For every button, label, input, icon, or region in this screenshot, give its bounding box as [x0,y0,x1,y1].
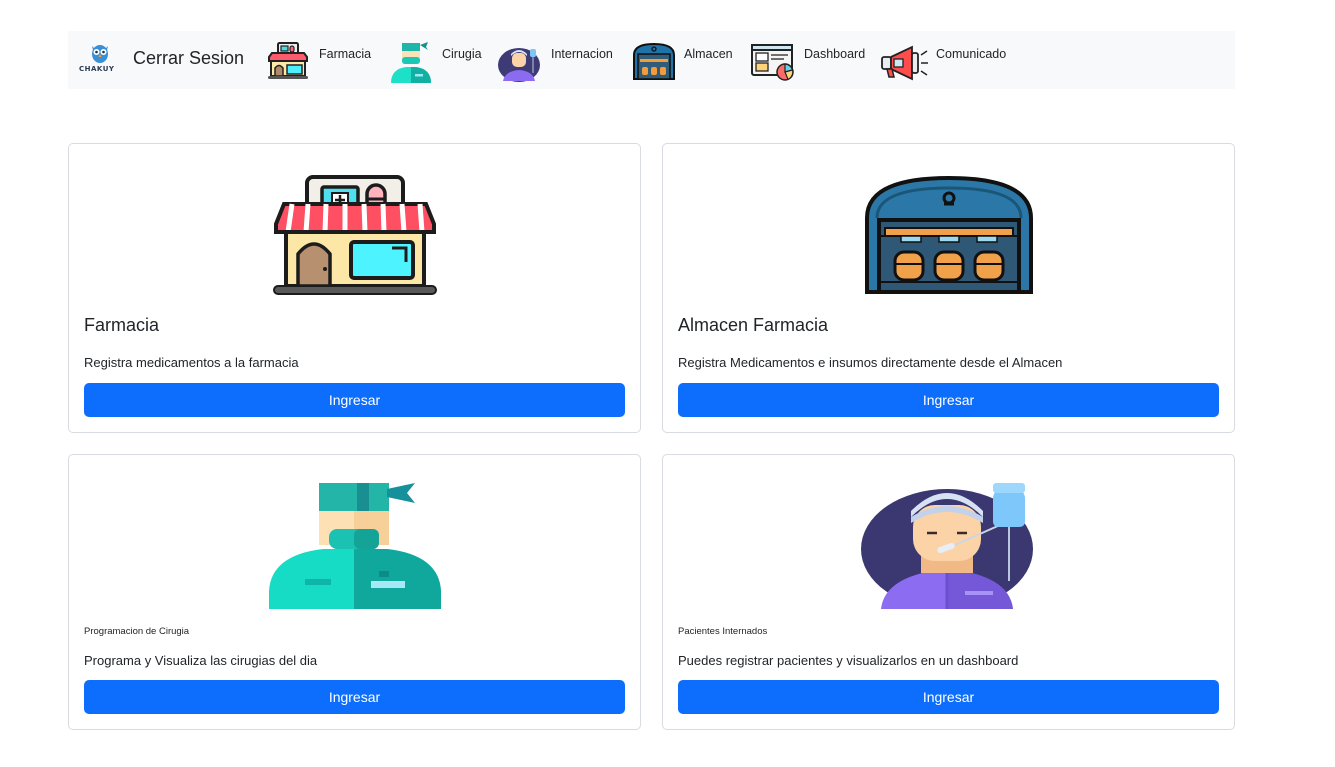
card-image [663,481,1234,609]
card-image [69,174,640,296]
card-image [663,174,1234,296]
card-text: Registra Medicamentos e insumos directam… [678,355,1063,370]
nav-item-internacion[interactable]: Internacion [497,41,627,83]
card-text: Registra medicamentos a la farmacia [84,355,299,370]
nav-item-dashboard[interactable]: Dashboard [750,41,880,83]
card-farmacia: Farmacia Registra medicamentos a la farm… [68,143,641,433]
nav-item-label: Cirugia [442,47,482,61]
card-text: Puedes registrar pacientes y visualizarl… [678,653,1019,668]
card-almacen-farmacia: Almacen Farmacia Registra Medicamentos e… [662,143,1235,433]
warehouse-icon [633,42,675,80]
owl-logo-icon [92,45,108,63]
surgeon-icon [391,42,431,83]
card-programacion-cirugia: Programacion de Cirugia Programa y Visua… [68,454,641,730]
brand-logo[interactable]: CHAKUY [78,43,124,77]
hospital-patient-icon [860,483,1033,609]
card-image [69,481,640,609]
ingresar-button[interactable]: Ingresar [84,383,625,417]
card-text: Programa y Visualiza las cirugias del di… [84,653,318,668]
brand-name: CHAKUY [79,65,115,73]
logout-link[interactable]: Cerrar Sesion [133,48,244,69]
nav-item-label: Almacen [684,47,733,61]
card-title: Pacientes Internados [678,626,768,637]
card-title: Almacen Farmacia [678,315,829,335]
nav-item-label: Comunicado [936,47,1007,61]
navbar: CHAKUY Cerrar Sesion Farmacia Cirugia In… [68,31,1235,89]
nav-item-label: Dashboard [804,47,866,61]
dashboard-icon [751,44,794,81]
nav-item-almacen[interactable]: Almacen [631,41,746,83]
nav-item-comunicado[interactable]: Comunicado [880,41,1020,83]
nav-item-farmacia[interactable]: Farmacia [266,41,376,83]
surgeon-icon [268,483,441,609]
warehouse-icon [864,175,1033,294]
ingresar-button[interactable]: Ingresar [84,680,625,714]
megaphone-icon [881,45,928,81]
ingresar-button[interactable]: Ingresar [678,383,1219,417]
ingresar-button[interactable]: Ingresar [678,680,1219,714]
nav-item-cirugia[interactable]: Cirugia [388,41,488,83]
hospital-patient-icon [498,48,540,82]
nav-item-label: Internacion [551,47,613,61]
card-title: Programacion de Cirugia [84,626,190,637]
card-pacientes-internados: Pacientes Internados Puedes registrar pa… [662,454,1235,730]
pharmacy-store-icon [268,42,308,79]
card-title: Farmacia [84,315,160,335]
pharmacy-store-icon [272,175,437,295]
nav-item-label: Farmacia [319,47,372,61]
